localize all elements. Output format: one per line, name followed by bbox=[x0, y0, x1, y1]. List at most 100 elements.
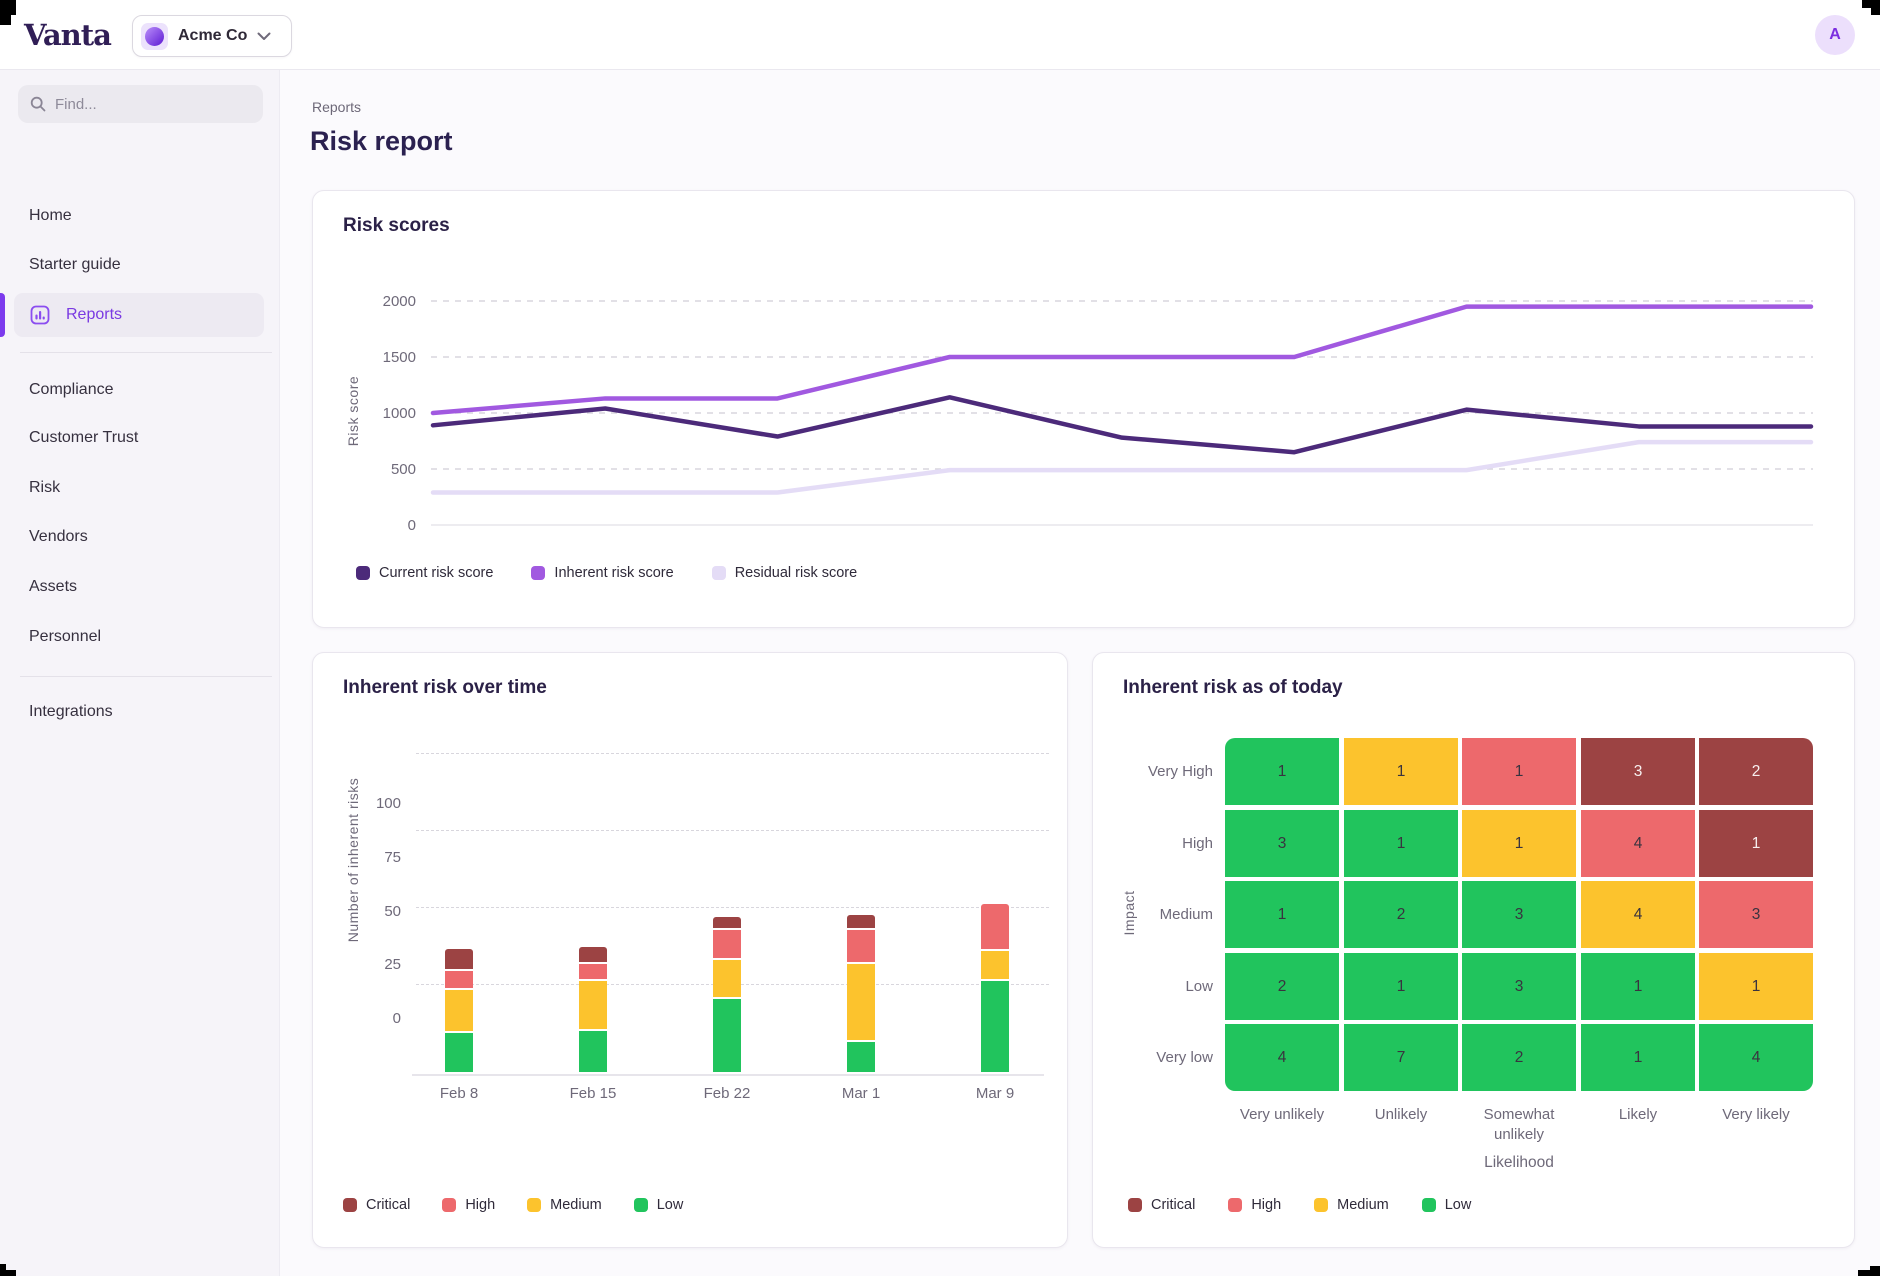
x-tick-label: Mar 9 bbox=[945, 1085, 1045, 1102]
avatar[interactable]: A bbox=[1815, 15, 1855, 55]
search-icon bbox=[30, 96, 46, 112]
y-tick-label: 0 bbox=[321, 1010, 401, 1027]
heatmap-cell: 4 bbox=[1225, 1024, 1339, 1091]
sidebar-item-vendors[interactable]: Vendors bbox=[0, 517, 280, 557]
bar-chart-legend: CriticalHighMediumLow bbox=[343, 1197, 683, 1213]
sidebar: Home Starter guide Tests Reports Complia… bbox=[0, 70, 280, 1276]
legend-item-high: High bbox=[442, 1197, 495, 1213]
risk-scores-line-chart: 0500100015002000 bbox=[331, 281, 1831, 541]
heatmap-cell: 1 bbox=[1699, 810, 1813, 877]
gridline bbox=[416, 753, 1049, 754]
legend-item-inherent: Inherent risk score bbox=[531, 565, 673, 581]
bar-segment-high bbox=[579, 964, 607, 979]
stacked-bar bbox=[713, 917, 741, 1072]
bar-segment-critical bbox=[847, 915, 875, 928]
heatmap-cell: 3 bbox=[1699, 881, 1813, 948]
heatmap-cell: 2 bbox=[1462, 1024, 1576, 1091]
sidebar-search[interactable] bbox=[18, 85, 263, 123]
bar-segment-low bbox=[981, 981, 1009, 1072]
sidebar-item-home[interactable]: Home bbox=[0, 196, 280, 236]
crop-mark bbox=[0, 15, 11, 25]
heatmap-row-label: High bbox=[1093, 810, 1213, 877]
heatmap-row-label: Very low bbox=[1093, 1024, 1213, 1091]
sidebar-item-customer-trust[interactable]: Customer Trust bbox=[0, 418, 280, 458]
legend-item-low: Low bbox=[1422, 1197, 1472, 1213]
heatmap-cell: 4 bbox=[1699, 1024, 1813, 1091]
sidebar-item-starter-guide[interactable]: Starter guide bbox=[0, 245, 280, 285]
reports-bar-chart-icon bbox=[30, 305, 50, 325]
heatmap-cell: 2 bbox=[1225, 953, 1339, 1020]
sidebar-item-assets[interactable]: Assets bbox=[0, 567, 280, 607]
top-bar: Vanta Acme Co A bbox=[0, 0, 1880, 70]
search-input[interactable] bbox=[55, 96, 235, 113]
stacked-bar bbox=[445, 949, 473, 1072]
sidebar-item-integrations[interactable]: Integrations bbox=[0, 692, 280, 732]
sidebar-item-reports[interactable]: Reports bbox=[14, 293, 264, 337]
heatmap-title: Inherent risk as of today bbox=[1123, 677, 1343, 699]
sidebar-item-compliance[interactable]: Compliance bbox=[0, 370, 280, 410]
sidebar-divider bbox=[20, 352, 272, 353]
legend-swatch bbox=[1128, 1198, 1142, 1212]
crop-mark bbox=[0, 0, 16, 15]
heatmap-col-label: Unlikely bbox=[1344, 1105, 1458, 1125]
legend-item-medium: Medium bbox=[1314, 1197, 1389, 1213]
bar-segment-medium bbox=[445, 990, 473, 1031]
sidebar-item-personnel[interactable]: Personnel bbox=[0, 617, 280, 657]
stacked-bar bbox=[981, 904, 1009, 1072]
heatmap-row-label: Very High bbox=[1093, 738, 1213, 805]
legend-item-current: Current risk score bbox=[356, 565, 493, 581]
legend-swatch bbox=[442, 1198, 456, 1212]
legend-item-medium: Medium bbox=[527, 1197, 602, 1213]
stacked-bar bbox=[579, 947, 607, 1072]
legend-item-residual: Residual risk score bbox=[712, 565, 858, 581]
heatmap-row-label: Low bbox=[1093, 953, 1213, 1020]
crop-mark bbox=[1871, 8, 1880, 15]
crop-mark bbox=[1858, 1270, 1880, 1276]
legend-swatch bbox=[356, 566, 370, 580]
bar-segment-medium bbox=[713, 960, 741, 997]
stacked-bar bbox=[847, 915, 875, 1072]
heatmap-xlabel: Likelihood bbox=[1419, 1153, 1619, 1174]
heatmap-col-label: Somewhat unlikely bbox=[1462, 1105, 1576, 1146]
y-tick-label: 100 bbox=[321, 795, 401, 812]
y-tick-label: 0 bbox=[408, 517, 416, 534]
legend-swatch bbox=[531, 566, 545, 580]
sidebar-item-risk[interactable]: Risk bbox=[0, 468, 280, 508]
heatmap-cell: 2 bbox=[1344, 881, 1458, 948]
heatmap-cell: 1 bbox=[1225, 881, 1339, 948]
risk-scores-legend: Current risk score Inherent risk score R… bbox=[356, 565, 857, 581]
chevron-down-icon bbox=[257, 32, 271, 41]
heatmap-legend: CriticalHighMediumLow bbox=[1128, 1197, 1471, 1213]
heatmap-cell: 1 bbox=[1462, 738, 1576, 805]
inherent-risk-over-time-card: Inherent risk over time Number of inhere… bbox=[312, 652, 1068, 1248]
heatmap-cell: 1 bbox=[1581, 1024, 1695, 1091]
bar-segment-low bbox=[445, 1033, 473, 1072]
legend-swatch bbox=[527, 1198, 541, 1212]
crop-mark bbox=[0, 1270, 16, 1276]
bar-segment-medium bbox=[981, 951, 1009, 979]
legend-swatch bbox=[634, 1198, 648, 1212]
bar-segment-critical bbox=[445, 949, 473, 968]
heatmap-col-label: Very likely bbox=[1699, 1105, 1813, 1125]
bar-segment-medium bbox=[579, 981, 607, 1029]
series-line-inherent-risk-score bbox=[433, 307, 1811, 413]
y-tick-label: 75 bbox=[321, 849, 401, 866]
gridline bbox=[416, 830, 1049, 831]
org-icon bbox=[141, 23, 168, 50]
legend-swatch bbox=[1422, 1198, 1436, 1212]
org-switcher[interactable]: Acme Co bbox=[132, 15, 292, 57]
x-tick-label: Mar 1 bbox=[811, 1085, 911, 1102]
legend-item-low: Low bbox=[634, 1197, 684, 1213]
bar-chart-title: Inherent risk over time bbox=[343, 677, 547, 699]
heatmap-cell: 7 bbox=[1344, 1024, 1458, 1091]
heatmap-cell: 1 bbox=[1344, 738, 1458, 805]
x-tick-label: Feb 15 bbox=[543, 1085, 643, 1102]
bar-segment-low bbox=[713, 999, 741, 1072]
breadcrumb[interactable]: Reports bbox=[312, 99, 361, 115]
active-item-indicator bbox=[0, 293, 5, 337]
vanta-logo: Vanta bbox=[24, 0, 111, 70]
risk-scores-title: Risk scores bbox=[343, 215, 450, 237]
y-tick-label: 1000 bbox=[383, 405, 416, 422]
org-name: Acme Co bbox=[178, 27, 247, 45]
bar-segment-critical bbox=[713, 917, 741, 928]
